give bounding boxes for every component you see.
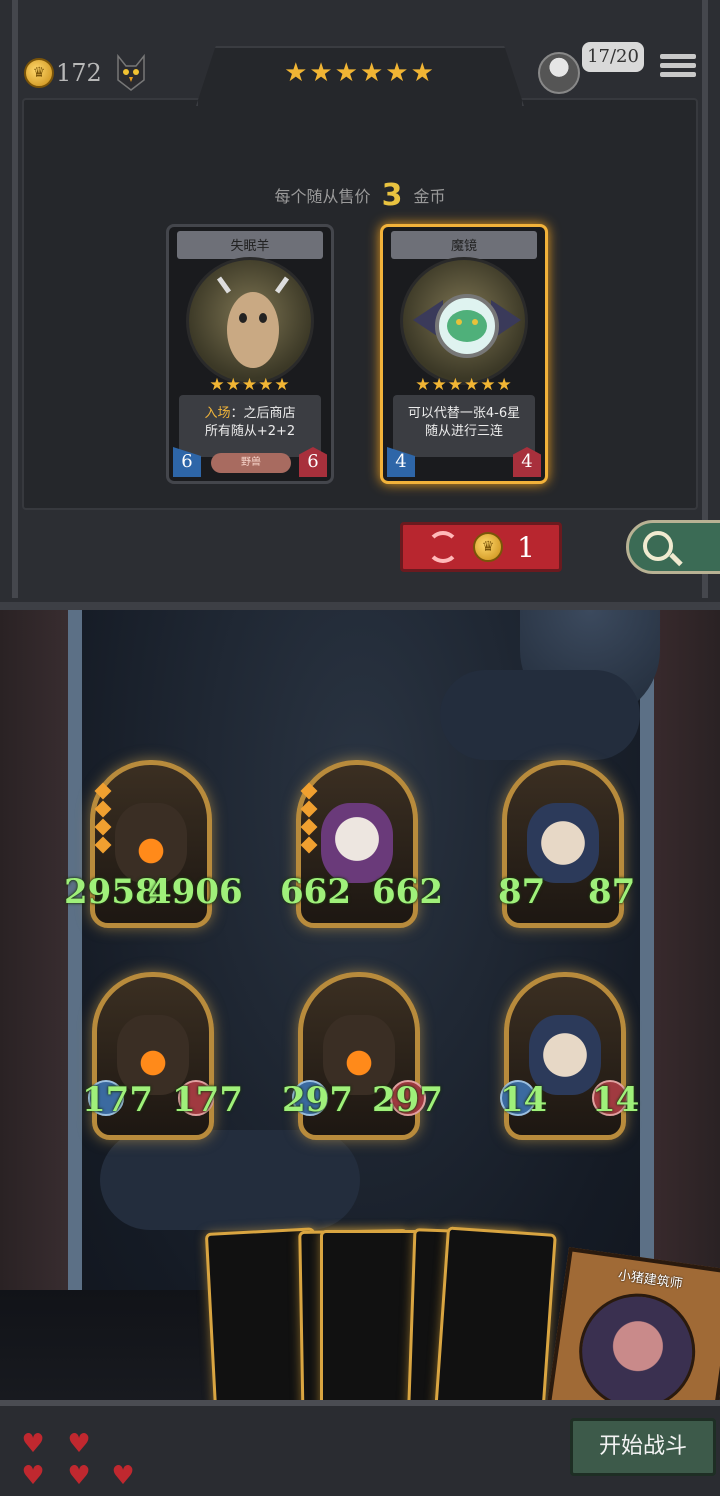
tier-stars: ★★★★★★ (284, 58, 436, 88)
sell-suffix: 金币 (413, 187, 446, 206)
coin-icon: ♛ (473, 532, 504, 562)
minion-attack: 177 (82, 1080, 153, 1120)
menu-icon[interactable] (660, 50, 696, 84)
sell-prefix: 每个随从售价 (274, 187, 371, 206)
shop-card-magic-mirror[interactable]: 魔镜 ★★★★★★ 可以代替一张4-6星 随从进行三连 4 4 (380, 224, 548, 484)
player-avatar[interactable] (538, 52, 580, 94)
card-name: 失眠羊 (230, 239, 270, 254)
board-count-bubble: 17/20 (582, 42, 644, 72)
tribe-badge: 野兽 (211, 453, 291, 473)
tier-tab: ★★★★★★ (196, 46, 524, 106)
shop-card-sleepless-goat[interactable]: 失眠羊 ★★★★★ 入场：之后商店 所有随从+2+2 6 野兽 6 (166, 224, 334, 484)
start-battle-button[interactable]: 开始战斗 (570, 1418, 716, 1476)
heart-icon: ♥ (21, 1429, 45, 1459)
gold-amount: 172 (56, 59, 102, 87)
refresh-button[interactable]: ♛ 1 (400, 522, 562, 572)
battle-board: 2958 4906 662 662 87 87 177 177 297 297 … (0, 610, 720, 1496)
card-description: 入场：之后商店 所有随从+2+2 (179, 395, 321, 457)
sell-price-line: 每个随从售价 3 金币 (0, 178, 720, 213)
heart-icon: ♥ (111, 1461, 135, 1491)
coin-icon: ♛ (24, 58, 54, 88)
pig-architect-portrait (571, 1286, 703, 1418)
minion-health: 14 (592, 1080, 640, 1120)
minion-attack: 297 (282, 1080, 353, 1120)
card-stars: ★★★★★ (209, 375, 291, 395)
card-description: 可以代替一张4-6星 随从进行三连 (393, 395, 535, 457)
minion-health: 177 (172, 1080, 243, 1120)
minion-health: 297 (372, 1080, 443, 1120)
refresh-cost: 1 (517, 530, 535, 564)
minion-attack: 87 (498, 872, 546, 912)
sell-price: 3 (381, 178, 403, 213)
minion-health: 4906 (148, 872, 243, 912)
heart-icon: ♥ (67, 1461, 91, 1491)
mirror-portrait (400, 257, 528, 385)
shop-area (22, 98, 698, 510)
refresh-icon (427, 531, 460, 563)
heart-icon: ♥ (67, 1429, 91, 1459)
minion-attack: 662 (280, 872, 351, 912)
gold-counter: ♛ 172 (24, 56, 102, 90)
heart-icon: ♥ (21, 1461, 45, 1491)
minion-health: 662 (372, 872, 443, 912)
search-button[interactable] (626, 520, 720, 574)
crow-icon[interactable] (114, 54, 148, 92)
goat-portrait (186, 257, 314, 385)
card-stars: ★★★★★★ (415, 375, 513, 395)
minion-attack: 2958 (64, 872, 159, 912)
shop-panel: ★★★★★★ ♛ 172 17/20 每个随从售价 3 金币 失眠羊 ★★★★★ (0, 0, 720, 610)
minion-attack: 14 (500, 1080, 548, 1120)
minion-health: 87 (588, 872, 636, 912)
card-name: 魔镜 (450, 239, 477, 254)
